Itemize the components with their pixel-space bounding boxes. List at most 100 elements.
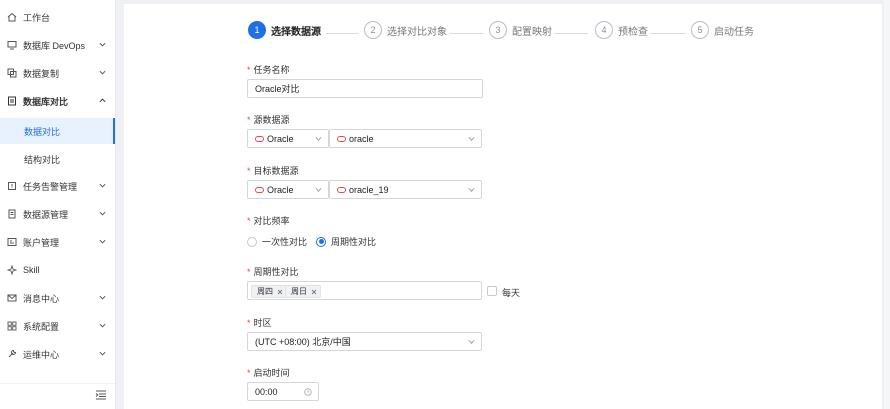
close-icon[interactable] <box>277 289 283 295</box>
label-text: 目标数据源 <box>253 166 299 176</box>
sidebar-item-alarm[interactable]: 任务告警管理 <box>0 172 115 200</box>
step-connector <box>450 33 483 34</box>
chevron-down-icon <box>99 351 106 356</box>
sidebar-item-system-config[interactable]: 系统配置 <box>0 312 115 340</box>
step-config-mapping: 3 配置映射 <box>489 19 552 41</box>
sidebar-item-skill[interactable]: Skill <box>0 256 115 284</box>
label-text: 源数据源 <box>253 115 290 125</box>
target-label: * 目标数据源 <box>247 164 299 177</box>
alarm-icon <box>7 181 17 191</box>
step-start-task: 5 启动任务 <box>691 19 754 41</box>
step-select-objects: 2 选择对比对象 <box>364 19 447 41</box>
close-icon[interactable] <box>311 289 317 295</box>
chevron-down-icon <box>99 183 106 188</box>
task-name-input[interactable]: Oracle对比 <box>247 79 483 98</box>
chevron-down-icon <box>468 339 475 344</box>
target-type-select[interactable]: Oracle <box>247 180 329 199</box>
required-mark: * <box>247 115 251 125</box>
source-instance-value: oracle <box>349 133 374 144</box>
step-label: 选择数据源 <box>271 26 321 38</box>
start-time-picker[interactable]: 00:00 <box>247 382 319 401</box>
required-mark: * <box>247 216 251 226</box>
sidebar-item-replication[interactable]: 数据复制 <box>0 59 115 87</box>
wrench-icon <box>7 349 17 359</box>
daily-checkbox[interactable] <box>487 286 497 296</box>
label-text: 启动时间 <box>253 368 290 378</box>
sidebar-item-db-compare[interactable]: 数据库对比 <box>0 87 115 115</box>
timezone-value: (UTC +08:00) 北京/中国 <box>255 337 351 347</box>
label-text: 任务名称 <box>253 65 290 75</box>
day-tag: 周四 <box>251 285 287 298</box>
collapse-menu-icon[interactable] <box>95 390 107 400</box>
sidebar-item-workbench[interactable]: 工作台 <box>0 3 115 31</box>
chevron-down-icon <box>99 239 106 244</box>
step-label: 配置映射 <box>512 26 552 38</box>
task-name-value: Oracle对比 <box>255 84 300 94</box>
radio-label: 周期性对比 <box>331 237 377 247</box>
required-mark: * <box>247 318 251 328</box>
radio-circle <box>316 236 326 247</box>
start-time-label: * 启动时间 <box>247 366 290 379</box>
target-type-value: Oracle <box>267 184 294 195</box>
source-instance-select[interactable]: oracle <box>329 129 482 148</box>
sidebar-item-structure-compare[interactable]: 结构对比 <box>0 146 115 172</box>
sidebar-item-datasource[interactable]: 数据源管理 <box>0 200 115 228</box>
sidebar-item-label: 数据源管理 <box>23 209 69 220</box>
grid-icon <box>7 321 17 331</box>
day-tag-label: 周四 <box>257 287 273 296</box>
label-text: 周期性对比 <box>253 267 299 277</box>
sidebar-item-data-compare[interactable]: 数据对比 <box>0 118 115 144</box>
step-precheck: 4 预检查 <box>595 19 648 41</box>
oracle-icon <box>337 135 346 142</box>
sidebar-item-label: 账户管理 <box>23 237 60 248</box>
label-text: 对比频率 <box>253 216 290 226</box>
sidebar-item-messages[interactable]: 消息中心 <box>0 284 115 312</box>
radio-circle <box>247 236 257 247</box>
home-icon <box>7 12 17 22</box>
sidebar-item-label: 工作台 <box>23 12 51 23</box>
required-mark: * <box>247 65 251 75</box>
periodic-label: * 周期性对比 <box>247 265 299 278</box>
radio-periodic[interactable]: 周期性对比 <box>316 235 376 248</box>
chevron-down-icon <box>99 323 106 328</box>
frequency-label: * 对比频率 <box>247 214 290 227</box>
radio-one-time[interactable]: 一次性对比 <box>247 235 307 248</box>
step-connector <box>651 33 685 34</box>
day-tag-label: 周日 <box>291 287 307 296</box>
step-select-datasource: 1 选择数据源 <box>248 19 321 41</box>
sidebar-item-account[interactable]: 账户管理 <box>0 228 115 256</box>
step-number: 5 <box>691 21 709 39</box>
sidebar-item-ops-center[interactable]: 运维中心 <box>0 340 115 368</box>
step-number: 3 <box>489 21 507 39</box>
step-number: 1 <box>248 21 266 39</box>
timezone-label: * 时区 <box>247 316 272 329</box>
chevron-down-icon <box>468 136 475 141</box>
sidebar-item-label: 数据复制 <box>23 68 60 79</box>
sidebar-item-label: 数据对比 <box>24 126 61 137</box>
required-mark: * <box>247 166 251 176</box>
sidebar-divider <box>0 383 115 384</box>
start-time-value: 00:00 <box>255 386 278 397</box>
oracle-icon <box>337 186 346 193</box>
chevron-down-icon <box>99 211 106 216</box>
chevron-down-icon <box>99 70 106 75</box>
sidebar-item-devops[interactable]: 数据库 DevOps <box>0 31 115 59</box>
step-connector <box>555 33 588 34</box>
timezone-select[interactable]: (UTC +08:00) 北京/中国 <box>247 332 482 351</box>
target-instance-select[interactable]: oracle_19 <box>329 180 482 199</box>
sidebar-item-label: 结构对比 <box>24 154 61 165</box>
oracle-icon <box>255 135 264 142</box>
radio-label: 一次性对比 <box>262 237 308 247</box>
chevron-up-icon <box>99 98 106 103</box>
sidebar-item-label: 数据库对比 <box>23 96 69 107</box>
step-label: 选择对比对象 <box>387 26 447 38</box>
page-scroll-edge <box>884 0 890 409</box>
chevron-down-icon <box>315 136 322 141</box>
required-mark: * <box>247 267 251 277</box>
source-type-select[interactable]: Oracle <box>247 129 329 148</box>
sidebar-item-label: 运维中心 <box>23 349 60 360</box>
sidebar-item-label: 消息中心 <box>23 293 60 304</box>
oracle-icon <box>255 186 264 193</box>
skill-icon <box>7 265 17 275</box>
daily-label: 每天 <box>502 288 521 298</box>
